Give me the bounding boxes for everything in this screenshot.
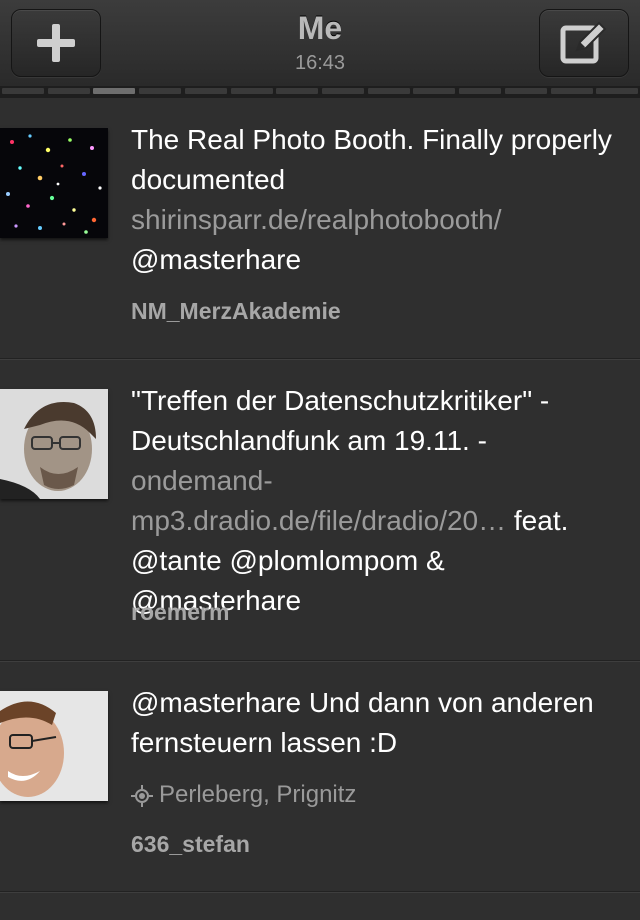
avatar — [0, 691, 108, 801]
tweet-body: @masterhare Und dann von anderen fernste… — [131, 687, 594, 758]
page-indicator-segment — [139, 88, 181, 94]
page-indicator-segment — [551, 88, 593, 94]
page-indicator-segment — [322, 88, 364, 94]
starfield-avatar-image — [0, 128, 108, 238]
tweet-body: The Real Photo Booth. Finally properly d… — [131, 124, 612, 195]
compose-icon — [560, 21, 607, 64]
page-indicator-segment — [368, 88, 410, 94]
compose-button[interactable] — [539, 9, 629, 77]
tweet-text: "Treffen der Datenschutzkritiker" - Deut… — [131, 381, 621, 621]
page-indicator-segment — [413, 88, 455, 94]
page-indicator-segment — [596, 88, 638, 94]
page-indicator-segment — [93, 88, 135, 94]
clock-time: 16:43 — [294, 52, 346, 74]
plus-icon — [37, 24, 75, 62]
navigation-bar: Me 16:43 — [0, 0, 640, 87]
tweet-row[interactable]: "Treffen der Datenschutzkritiker" - Deut… — [0, 359, 640, 661]
avatar — [0, 389, 108, 499]
page-indicator-segment — [231, 88, 273, 94]
tweet-author[interactable]: NM_MerzAkademie — [131, 298, 341, 325]
page-indicator-segment — [2, 88, 44, 94]
tweet-link[interactable]: ondemand-mp3.dradio.de/file/dradio/20… — [131, 465, 506, 536]
page-indicator-segment — [459, 88, 501, 94]
portrait-avatar-image — [0, 389, 108, 499]
tweet-link[interactable]: shirinsparr.de/realphotobooth/ — [131, 204, 501, 235]
tweet-row[interactable]: The Real Photo Booth. Finally properly d… — [0, 98, 640, 359]
mention[interactable]: @masterhare — [131, 244, 301, 275]
avatar — [0, 128, 108, 238]
page-indicator-segment — [48, 88, 90, 94]
tweet-row[interactable]: @masterhare Und dann von anderen fernste… — [0, 661, 640, 892]
tweet-author[interactable]: roemerm — [131, 599, 229, 626]
tweet-location[interactable]: Perleberg, Prignitz — [131, 781, 356, 809]
tweet-body: "Treffen der Datenschutzkritiker" - Deut… — [131, 385, 550, 456]
page-indicator-segment — [185, 88, 227, 94]
page-indicator-segment — [505, 88, 547, 94]
page-indicator — [0, 86, 640, 98]
tweet-text: @masterhare Und dann von anderen fernste… — [131, 683, 621, 763]
portrait-avatar-image — [0, 691, 108, 801]
add-button[interactable] — [11, 9, 101, 77]
page-indicator-segment — [276, 88, 318, 94]
location-pin-icon — [131, 785, 153, 807]
tweet-list: The Real Photo Booth. Finally properly d… — [0, 98, 640, 892]
tweet-author[interactable]: 636_stefan — [131, 831, 250, 858]
page-title: Me — [297, 10, 343, 46]
tweet-text: The Real Photo Booth. Finally properly d… — [131, 120, 621, 280]
location-label: Perleberg, Prignitz — [159, 781, 357, 808]
